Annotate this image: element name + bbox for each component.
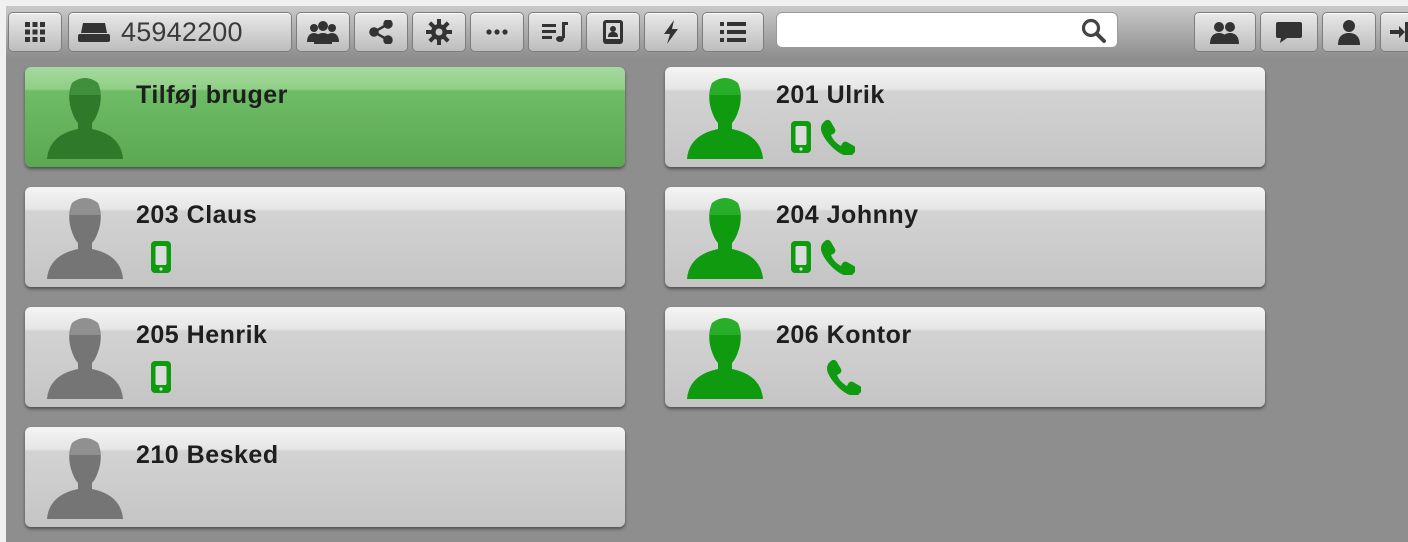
- phone-number: 45942200: [121, 16, 243, 47]
- gear-icon: [426, 19, 452, 45]
- user-name: 206 Kontor: [776, 321, 912, 349]
- phone-icon: [821, 239, 855, 275]
- phone-number-button[interactable]: 45942200: [68, 12, 292, 52]
- desk-phone-icon: [78, 23, 110, 42]
- user-name: 205 Henrik: [136, 321, 268, 349]
- user-name: 204 Johnny: [776, 201, 919, 229]
- group-users-icon: [307, 21, 339, 44]
- user-name: Tilføj bruger: [136, 81, 288, 109]
- user-card[interactable]: 201 Ulrik: [665, 67, 1265, 167]
- playlist-icon: [542, 22, 568, 42]
- share-icon: [369, 20, 393, 44]
- music-queue-button[interactable]: [528, 12, 582, 52]
- user-avatar-icon: [47, 438, 123, 519]
- phone-icon: [827, 359, 861, 395]
- lightning-icon: [664, 20, 678, 44]
- top-toolbar: 45942200: [6, 6, 1408, 58]
- chat-button[interactable]: [1260, 12, 1318, 52]
- user-card[interactable]: 210 Besked: [25, 427, 625, 527]
- phone-icon: [821, 119, 855, 155]
- user-card[interactable]: 205 Henrik: [25, 307, 625, 407]
- contact-card-button[interactable]: [586, 12, 640, 52]
- user-avatar-icon: [687, 78, 763, 159]
- user-card[interactable]: 206 Kontor: [665, 307, 1265, 407]
- user-avatar-icon: [687, 318, 763, 399]
- dialpad-button[interactable]: [8, 12, 62, 52]
- search-box[interactable]: [776, 12, 1118, 48]
- two-users-icon: [1210, 22, 1239, 44]
- mobile-icon: [791, 241, 811, 273]
- search-icon[interactable]: [1081, 18, 1107, 44]
- list-icon: [720, 22, 746, 42]
- user-icon: [1338, 20, 1360, 45]
- grid-icon: [25, 22, 45, 42]
- mobile-icon: [151, 241, 171, 273]
- mobile-icon: [151, 361, 171, 393]
- user-name: 203 Claus: [136, 201, 258, 229]
- list-view-button[interactable]: [702, 12, 764, 52]
- contact-card-icon: [603, 20, 623, 44]
- user-name: 210 Besked: [136, 441, 279, 469]
- share-button[interactable]: [354, 12, 408, 52]
- logout-icon: [1390, 22, 1408, 42]
- logout-button[interactable]: [1380, 12, 1408, 52]
- chat-icon: [1276, 22, 1302, 43]
- users-button[interactable]: [1194, 12, 1256, 52]
- user-avatar-icon: [687, 198, 763, 279]
- search-input[interactable]: [787, 17, 1081, 45]
- mobile-icon: [791, 121, 811, 153]
- user-card[interactable]: 204 Johnny: [665, 187, 1265, 287]
- user-card[interactable]: 203 Claus: [25, 187, 625, 287]
- quick-action-button[interactable]: [644, 12, 698, 52]
- user-avatar-icon: [47, 198, 123, 279]
- groups-button[interactable]: [296, 12, 350, 52]
- settings-button[interactable]: [412, 12, 466, 52]
- ellipsis-icon: [486, 29, 508, 35]
- user-name: 201 Ulrik: [776, 81, 885, 109]
- user-avatar-icon: [47, 318, 123, 399]
- more-button[interactable]: [470, 12, 524, 52]
- profile-button[interactable]: [1322, 12, 1376, 52]
- add-user-card[interactable]: Tilføj bruger: [25, 67, 625, 167]
- user-avatar-icon: [47, 78, 123, 159]
